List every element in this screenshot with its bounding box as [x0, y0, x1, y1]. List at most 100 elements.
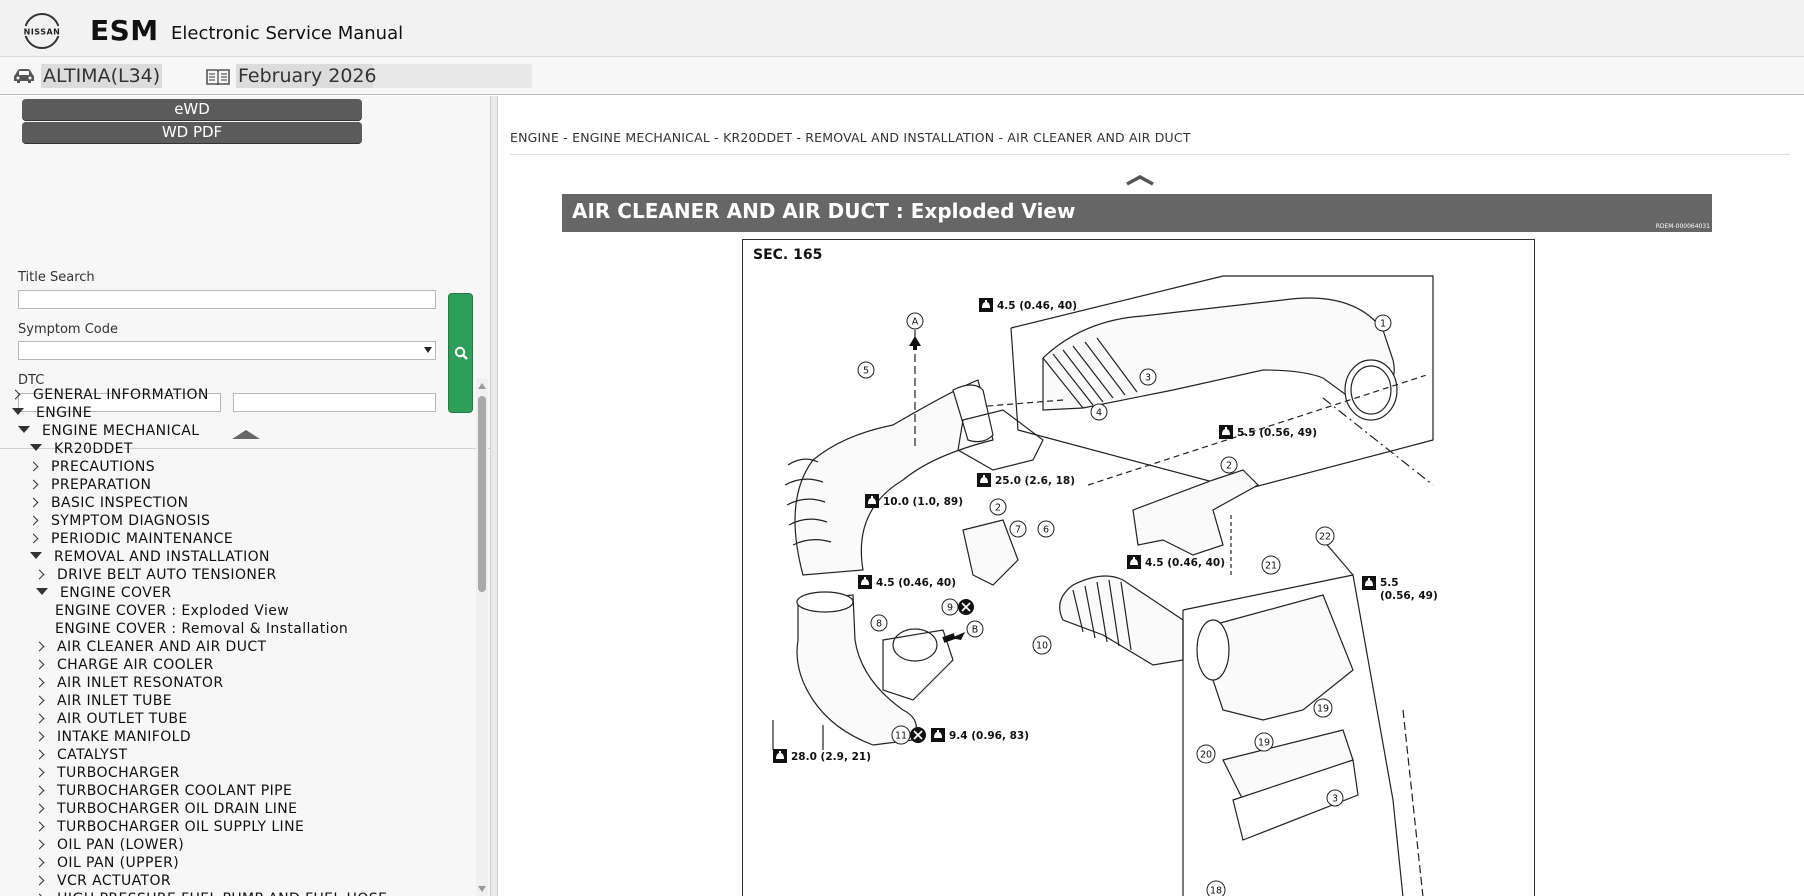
callout-21: 21	[1261, 555, 1281, 575]
tree-item[interactable]: CHARGE AIR COOLER	[34, 656, 214, 674]
tree-item[interactable]: VCR ACTUATOR	[34, 872, 172, 890]
caret-down-icon[interactable]	[30, 444, 42, 451]
book-icon	[206, 69, 230, 85]
tree-item[interactable]: OIL PAN (LOWER)	[34, 836, 184, 854]
svg-text:4.5 (0.46, 40): 4.5 (0.46, 40)	[876, 577, 956, 589]
chevron-right-icon[interactable]	[34, 569, 45, 580]
chevron-right-icon[interactable]	[34, 695, 45, 706]
tree-scrollbar-thumb[interactable]	[478, 396, 486, 592]
chevron-right-icon[interactable]	[28, 533, 39, 544]
tree-item[interactable]: GENERAL INFORMATION	[10, 386, 209, 404]
tree-item-label: KR20DDET	[54, 441, 133, 457]
tree-item[interactable]: ENGINE	[12, 404, 92, 422]
tree-item-label: SYMPTOM DIAGNOSIS	[51, 513, 211, 529]
tree-item-label: TURBOCHARGER	[57, 765, 180, 781]
callout-7: 7	[1009, 520, 1027, 538]
tree-item[interactable]: ENGINE COVER	[36, 584, 172, 602]
chevron-right-icon[interactable]	[34, 767, 45, 778]
chevron-right-icon[interactable]	[34, 677, 45, 688]
chevron-right-icon[interactable]	[28, 479, 39, 490]
ewd-button[interactable]: eWD	[22, 99, 362, 120]
callout-9: 9	[941, 598, 959, 616]
tree-item[interactable]: OIL PAN (UPPER)	[34, 854, 180, 872]
tree-item[interactable]: KR20DDET	[30, 440, 133, 458]
svg-text:5.5: 5.5	[1380, 577, 1399, 589]
tree-item[interactable]: HIGH PRESSURE FUEL PUMP AND FUEL HOSE	[34, 890, 387, 896]
chevron-right-icon[interactable]	[34, 749, 45, 760]
tree-item-label: OIL PAN (UPPER)	[57, 855, 180, 871]
tree-item[interactable]: PREPARATION	[28, 476, 151, 494]
vehicle-selector[interactable]: ALTIMA(L34)	[41, 64, 163, 88]
tree-item[interactable]: TURBOCHARGER OIL DRAIN LINE	[34, 800, 297, 818]
chevron-right-icon[interactable]	[34, 857, 45, 868]
tree-item[interactable]: SYMPTOM DIAGNOSIS	[28, 512, 211, 530]
toc-tree: GENERAL INFORMATION ENGINE ENGINE MECHANIC…	[0, 378, 474, 896]
tree-item[interactable]: BASIC INSPECTION	[28, 494, 189, 512]
tree-item-label: DRIVE BELT AUTO TENSIONER	[57, 567, 277, 583]
svg-text:6: 6	[1043, 525, 1049, 536]
tree-item[interactable]: PERIODIC MAINTENANCE	[28, 530, 233, 548]
callout-2a: 2	[1220, 456, 1238, 474]
tree-item-label: TURBOCHARGER COOLANT PIPE	[57, 783, 293, 799]
chevron-right-icon[interactable]	[28, 515, 39, 526]
chevron-right-icon[interactable]	[34, 785, 45, 796]
tree-item[interactable]: ENGINE MECHANICAL	[18, 422, 199, 440]
tree-item[interactable]: DRIVE BELT AUTO TENSIONER	[34, 566, 277, 584]
svg-text:3: 3	[1145, 373, 1151, 384]
svg-text:4: 4	[1096, 408, 1102, 419]
tree-item[interactable]: PRECAUTIONS	[28, 458, 155, 476]
tree-item[interactable]: TURBOCHARGER COOLANT PIPE	[34, 782, 293, 800]
chevron-right-icon[interactable]	[34, 641, 45, 652]
chevron-right-icon[interactable]	[28, 461, 39, 472]
chevron-right-icon[interactable]	[34, 803, 45, 814]
wd-pdf-button[interactable]: WD PDF	[22, 122, 362, 143]
callout-a: A	[906, 312, 924, 330]
svg-text:A: A	[912, 317, 919, 328]
svg-text:11: 11	[895, 731, 907, 742]
tree-item-label: AIR INLET TUBE	[57, 693, 172, 709]
tree-item[interactable]: AIR CLEANER AND AIR DUCT	[34, 638, 267, 656]
scroll-down-icon[interactable]	[478, 886, 486, 892]
tree-item[interactable]: TURBOCHARGER OIL SUPPLY LINE	[34, 818, 304, 836]
title-reference-code: RDEM-000064031	[1655, 223, 1710, 230]
caret-down-icon[interactable]	[12, 408, 24, 415]
chevron-right-icon[interactable]	[34, 713, 45, 724]
panel-splitter[interactable]	[490, 96, 498, 896]
chevron-right-icon[interactable]	[34, 821, 45, 832]
collapse-up-icon[interactable]	[1125, 174, 1155, 186]
exploded-view-figure: SEC. 165 1 2 2 3 3 4 5 6 7 8 9 10 11 18 …	[742, 239, 1535, 896]
svg-text:5.5 (0.56, 49): 5.5 (0.56, 49)	[1237, 427, 1317, 439]
arrow-a-icon	[909, 336, 921, 350]
search-icon	[454, 346, 468, 360]
tree-item[interactable]: ENGINE COVER : Exploded View	[55, 602, 289, 620]
chevron-right-icon[interactable]	[34, 875, 45, 886]
app-subtitle: Electronic Service Manual	[171, 23, 404, 44]
tree-item[interactable]: AIR OUTLET TUBE	[34, 710, 188, 728]
tree-item[interactable]: REMOVAL AND INSTALLATION	[30, 548, 270, 566]
chevron-right-icon[interactable]	[10, 389, 21, 400]
svg-text:(0.56, 49): (0.56, 49)	[1380, 590, 1438, 602]
chevron-right-icon[interactable]	[34, 839, 45, 850]
svg-text:19: 19	[1258, 738, 1270, 749]
caret-down-icon[interactable]	[36, 588, 48, 595]
tree-item[interactable]: CATALYST	[34, 746, 127, 764]
tree-item-label: ENGINE MECHANICAL	[42, 423, 200, 439]
callout-6: 6	[1037, 520, 1055, 538]
chevron-right-icon[interactable]	[28, 497, 39, 508]
title-search-input[interactable]	[18, 290, 436, 309]
edition-selector[interactable]: February 2026	[236, 64, 532, 88]
tree-item[interactable]: TURBOCHARGER	[34, 764, 180, 782]
symptom-code-select[interactable]	[18, 341, 436, 360]
scroll-up-icon[interactable]	[478, 383, 486, 389]
caret-down-icon[interactable]	[30, 552, 42, 559]
caret-down-icon[interactable]	[18, 426, 30, 433]
callout-1: 1	[1374, 314, 1392, 332]
tree-item[interactable]: AIR INLET RESONATOR	[34, 674, 223, 692]
chevron-right-icon[interactable]	[34, 659, 45, 670]
svg-text:8: 8	[876, 619, 882, 630]
tree-item[interactable]: INTAKE MANIFOLD	[34, 728, 191, 746]
tree-item[interactable]: ENGINE COVER : Removal & Installation	[55, 620, 348, 638]
chevron-right-icon[interactable]	[34, 731, 45, 742]
tree-item[interactable]: AIR INLET TUBE	[34, 692, 172, 710]
tree-item-label: VCR ACTUATOR	[57, 873, 172, 889]
